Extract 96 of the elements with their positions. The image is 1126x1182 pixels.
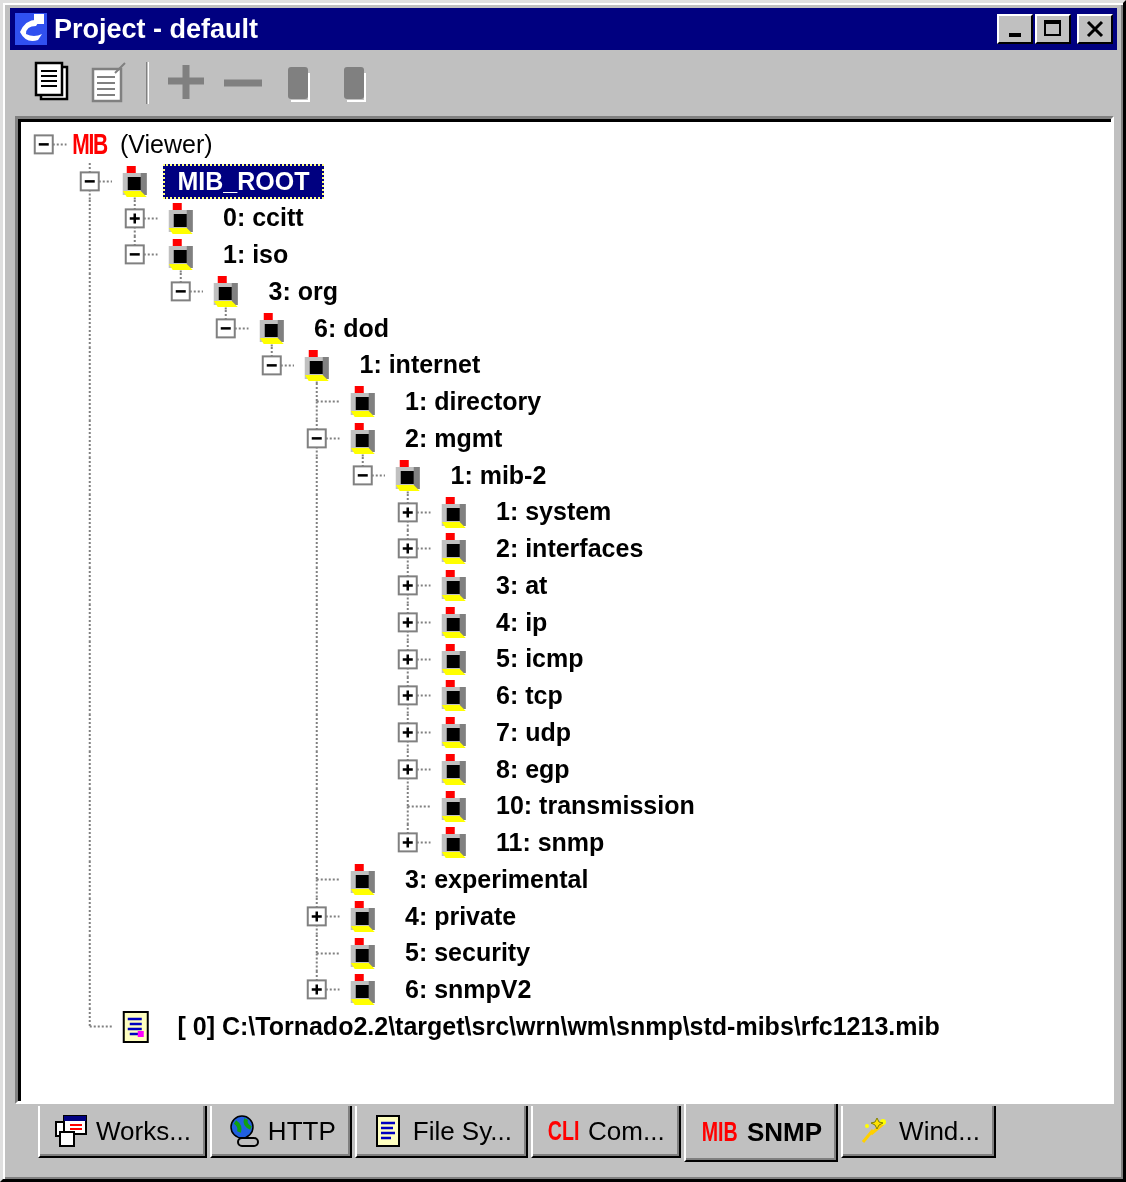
collapse-icon[interactable] [352, 465, 373, 486]
expand-icon[interactable] [397, 685, 418, 706]
cube-icon [441, 643, 466, 675]
cube-icon [395, 459, 420, 491]
tree-item[interactable]: MIB_ROOT [162, 163, 325, 199]
cube-icon [259, 312, 284, 344]
tree-item[interactable]: 4: private [390, 898, 532, 934]
tree-item[interactable]: 6: dod [299, 310, 404, 346]
tree-line [51, 143, 67, 146]
expand-icon[interactable] [397, 612, 418, 633]
document-icon [122, 1011, 149, 1043]
expand-icon[interactable] [397, 538, 418, 559]
tab[interactable]: HTTP [209, 1106, 352, 1158]
tree-item[interactable]: 3: org [253, 273, 353, 309]
cube-icon [213, 276, 238, 307]
tree-item[interactable]: 1: system [481, 494, 627, 530]
tree-line [406, 677, 431, 714]
cube-icon [441, 570, 466, 601]
tree-item[interactable]: 4: ip [481, 604, 563, 640]
expand-icon[interactable] [397, 832, 418, 853]
tab[interactable]: MIB SNMP [683, 1104, 839, 1162]
cube-icon [350, 423, 375, 454]
tree-item[interactable]: 7: udp [481, 714, 586, 750]
cube-icon [441, 606, 466, 638]
cube-icon [441, 753, 466, 785]
collapse-icon[interactable] [261, 354, 282, 375]
cube-icon [168, 202, 193, 234]
collapse-icon[interactable] [124, 244, 145, 265]
tree-item[interactable]: 11: snmp [481, 825, 620, 861]
expand-icon[interactable] [397, 501, 418, 522]
cube-icon [350, 864, 375, 895]
collapse-icon[interactable] [170, 281, 191, 302]
app-icon [14, 12, 48, 46]
cube-icon [441, 496, 466, 528]
cube-icon [441, 717, 466, 748]
tree-item[interactable]: [ 0] C:\Tornado2.2\target\src\wrn\wm\snmp\std-mibs\rfc1213.mib [162, 1008, 955, 1044]
tab[interactable]: Wind... [841, 1106, 996, 1158]
cube-icon [441, 790, 466, 822]
cube-icon [350, 937, 375, 969]
cube-icon [122, 165, 147, 197]
tree-item[interactable]: 5: icmp [481, 641, 599, 677]
tree-item[interactable]: (Viewer) [120, 129, 213, 159]
window-title: Project - default [54, 13, 260, 45]
tree-line [406, 640, 431, 678]
cli-logo: CLI [547, 1115, 580, 1147]
tree-item[interactable]: 8: egp [481, 751, 585, 787]
tree-item[interactable]: 1: mib-2 [435, 457, 562, 493]
cube-icon [350, 974, 375, 1006]
tree-item[interactable]: 2: mgmt [390, 420, 518, 456]
tree-line [315, 897, 340, 935]
collapse-icon[interactable] [79, 171, 100, 192]
cube-icon [441, 680, 466, 712]
tree-item[interactable]: 6: tcp [481, 678, 578, 714]
expand-icon[interactable] [306, 979, 327, 1000]
tree-item[interactable]: 1: iso [208, 237, 304, 273]
cube-icon [304, 349, 329, 381]
tree-line [406, 530, 431, 567]
mib-logo: MIB [701, 1116, 738, 1148]
tree-item[interactable]: 1: directory [390, 384, 557, 420]
tab[interactable]: File Sy... [354, 1106, 528, 1158]
expand-icon[interactable] [306, 906, 327, 927]
tree-line [406, 603, 431, 641]
expand-icon[interactable] [397, 722, 418, 743]
mib-logo: MIB [72, 127, 107, 162]
expand-icon[interactable] [124, 207, 145, 228]
cube-icon [441, 533, 466, 565]
tree-item[interactable]: 0: ccitt [208, 200, 319, 236]
cube-icon [168, 239, 193, 271]
expand-icon[interactable] [397, 759, 418, 780]
tree-item[interactable]: 1: internet [344, 347, 496, 383]
minimize-icon [1009, 33, 1021, 37]
cube-icon [350, 386, 375, 418]
tree-item[interactable]: 6: snmpV2 [390, 972, 547, 1008]
tree-item[interactable]: 3: at [481, 567, 563, 603]
expand-icon[interactable] [397, 575, 418, 596]
tree-line [406, 714, 431, 751]
cube-icon [441, 827, 466, 859]
tree-item[interactable]: 2: interfaces [481, 531, 659, 567]
windows-icon [54, 1114, 88, 1148]
tab[interactable]: CLI Com... [530, 1106, 681, 1158]
expand-icon[interactable] [397, 648, 418, 669]
tree-item[interactable]: 10: transmission [481, 788, 710, 824]
minimize-button[interactable] [997, 14, 1033, 44]
cube-icon [350, 900, 375, 932]
collapse-icon[interactable] [215, 318, 236, 339]
collapse-icon[interactable] [306, 428, 327, 449]
tree-line [406, 567, 431, 604]
tree-line [406, 750, 431, 788]
close-button[interactable] [1077, 14, 1113, 44]
maximize-icon [1043, 19, 1063, 39]
tab[interactable]: Works... [38, 1106, 207, 1158]
tree-item[interactable]: 5: security [390, 935, 546, 971]
maximize-button[interactable] [1035, 14, 1071, 44]
tree-item[interactable]: 3: experimental [390, 861, 604, 897]
collapse-icon[interactable] [33, 134, 54, 155]
close-icon [1085, 20, 1105, 38]
